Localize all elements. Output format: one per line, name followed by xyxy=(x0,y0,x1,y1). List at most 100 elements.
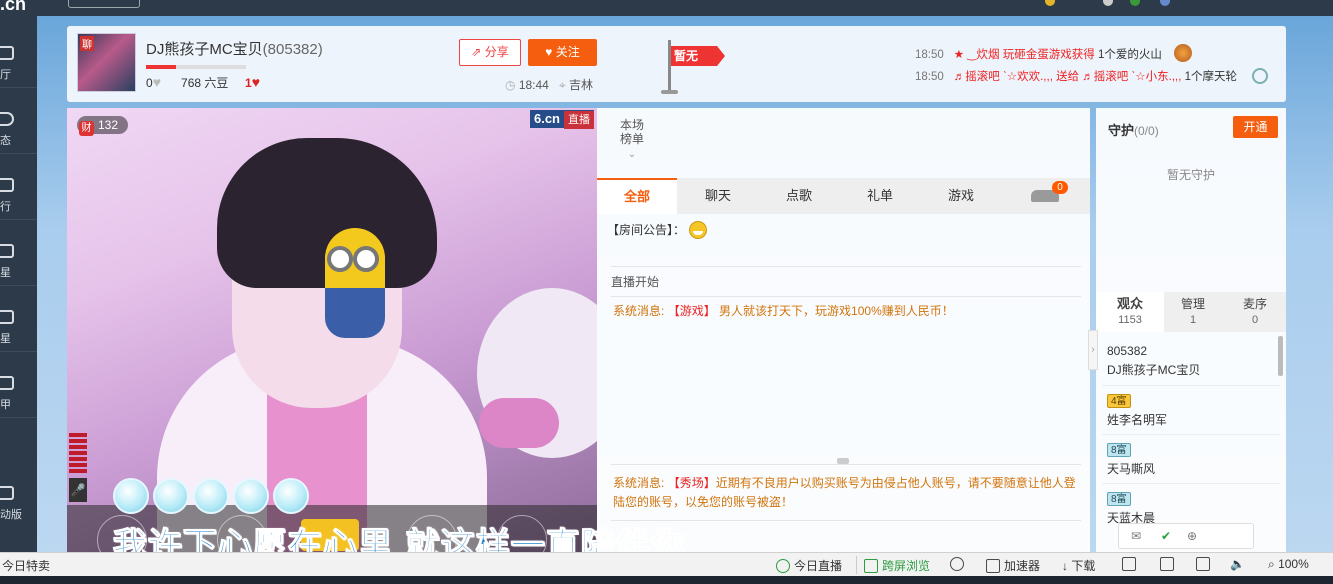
gift-feed-row[interactable]: 18:50 ♬摇滚吧 ˋ☆欢欢.,,, 送给 ♬摇滚吧 ˋ☆小东.,,, 1个摩天… xyxy=(915,68,1237,84)
tab-all[interactable]: 全部 xyxy=(597,178,677,214)
mic-icon[interactable]: 🎤 xyxy=(69,478,87,502)
sidebar-item-label: 星 xyxy=(0,333,11,345)
volume-button[interactable]: 🔈 xyxy=(1230,557,1245,571)
tab-game[interactable]: 游戏 xyxy=(921,178,1001,214)
location: 吉林 xyxy=(568,78,593,92)
sidebar-item-hall[interactable]: 厅 xyxy=(0,32,37,88)
tab-song-request[interactable]: 点歌 xyxy=(759,178,839,214)
room-notice-label: 【房间公告】： xyxy=(607,223,686,237)
tab-gift-list[interactable]: 礼单 xyxy=(840,178,920,214)
list-item[interactable]: 8富 天马嘶风 xyxy=(1107,442,1267,477)
cup-icon xyxy=(0,310,14,324)
bubble-icon[interactable] xyxy=(233,478,269,514)
refresh-button[interactable] xyxy=(950,557,968,571)
tab-chat[interactable]: 聊天 xyxy=(678,178,758,214)
flag-badge[interactable]: 暂无 xyxy=(671,46,725,66)
bubble-row xyxy=(113,478,313,517)
session-rank-link[interactable]: 本场 榜单 ⌄ xyxy=(617,118,647,162)
trash-icon xyxy=(1160,557,1174,571)
live-video[interactable]: 财 132 6.cn 直播 🎤 xyxy=(67,108,597,552)
tab-admin[interactable]: 管理 1 xyxy=(1164,292,1222,332)
user-avatar-icon[interactable] xyxy=(1160,0,1170,6)
mail-icon[interactable]: ✉ xyxy=(1129,529,1143,543)
user-name: 姓李名明军 xyxy=(1107,413,1168,427)
today-live-label: 今日直播 xyxy=(794,559,843,573)
sidebar-item-armor[interactable]: 甲 xyxy=(0,362,37,418)
cross-screen-label: 跨屏浏览 xyxy=(882,559,931,573)
minion-overalls xyxy=(325,288,385,338)
today-sale-link[interactable]: 今日特卖 xyxy=(2,557,50,574)
bubble-icon[interactable] xyxy=(193,478,229,514)
follow-button[interactable]: ♥ 关注 xyxy=(528,39,597,66)
wealth-badge[interactable]: 财 132 xyxy=(77,116,129,136)
system-message-tag[interactable]: 【游戏】 xyxy=(668,304,716,318)
brand-watermark: 6.cn 直播 xyxy=(529,110,594,129)
sidebar-item-label: 动版 xyxy=(0,509,22,521)
start-time: 18:44 xyxy=(518,78,549,92)
os-taskbar xyxy=(0,576,1333,584)
sidebar-item-label: 甲 xyxy=(0,399,11,411)
crown-icon xyxy=(0,178,14,192)
wealth-level-badge: 8富 xyxy=(1107,492,1131,506)
share-icon: ⇗ xyxy=(471,45,482,59)
status-dot-icon[interactable] xyxy=(1103,0,1113,6)
gift-feed-row[interactable]: 18:50 ★ ‿炊烟 玩砸金蛋游戏获得 1个爱的火山 xyxy=(915,46,1162,62)
accelerator-button[interactable]: 加速器 xyxy=(986,557,1040,574)
cross-screen-button[interactable]: 跨屏浏览 xyxy=(864,557,930,574)
collapse-panel-button[interactable]: › xyxy=(1088,330,1098,370)
wealth-count: 132 xyxy=(98,118,119,132)
session-rank-label: 本场 榜单 xyxy=(619,118,644,146)
today-live-button[interactable]: 今日直播 xyxy=(776,557,842,574)
trash-button[interactable] xyxy=(1160,557,1178,571)
status-dot-icon[interactable] xyxy=(1130,0,1140,6)
host-avatar[interactable]: 聊 xyxy=(77,33,136,92)
open-guard-button[interactable]: 开通 xyxy=(1233,116,1278,138)
bubble-icon[interactable] xyxy=(113,478,149,514)
right-panel: 守护(0/0) 开通 暂无守护 观众 1153 管理 1 麦序 0 › 805382 … xyxy=(1088,108,1286,552)
divider xyxy=(1102,483,1280,484)
wealth-icon: 财 xyxy=(79,121,94,136)
browser-status-bar: 今日特卖 今日直播 跨屏浏览 加速器 ↓ 下载 🔈 ⌕ 100% xyxy=(0,552,1333,576)
tab-count: 0 xyxy=(1251,314,1259,326)
site-logo[interactable]: .cn xyxy=(0,0,26,15)
tab-mic-queue[interactable]: 麦序 0 xyxy=(1226,292,1284,332)
status-dot-icon[interactable] xyxy=(1045,0,1055,6)
share-label: 分享 xyxy=(484,45,509,59)
sidebar-item-mobile[interactable]: 动版 xyxy=(0,472,37,528)
list-item[interactable]: 805382 DJ熊孩子MC宝贝 xyxy=(1107,344,1267,378)
bubble-icon[interactable] xyxy=(153,478,189,514)
download-button[interactable]: ↓ 下载 xyxy=(1062,557,1095,574)
rocket-icon xyxy=(986,559,1000,573)
scrollbar[interactable] xyxy=(1278,336,1283,376)
zoom-icon[interactable]: ⊕ xyxy=(1185,529,1199,543)
user-name: DJ熊孩子MC宝贝 xyxy=(1107,363,1201,377)
avatar-badge: 聊 xyxy=(80,36,94,51)
check-icon[interactable]: ✔ xyxy=(1159,529,1173,543)
list-item[interactable]: 4富 姓李名明军 xyxy=(1107,393,1267,428)
live-start-text: 直播开始 xyxy=(611,275,660,289)
sidebar-item-star-2[interactable]: 星 xyxy=(0,296,37,352)
top-dropdown[interactable] xyxy=(68,0,140,8)
play-icon xyxy=(776,559,790,573)
list-item[interactable]: 8富 天蓝木晨 xyxy=(1107,491,1267,526)
history-button[interactable] xyxy=(1122,557,1140,571)
window-icon xyxy=(1196,557,1210,571)
sidebar-item-dynamic[interactable]: 态 xyxy=(0,98,37,154)
share-button[interactable]: ⇗ 分享 xyxy=(459,39,521,66)
bubble-icon[interactable] xyxy=(273,478,309,514)
divider xyxy=(611,296,1081,297)
zoom-control[interactable]: ⌕ 100% xyxy=(1268,557,1309,572)
sidebar-item-star[interactable]: 星 xyxy=(0,230,37,286)
level-progress-bar xyxy=(146,65,246,69)
chat-panel: 本场 榜单 ⌄ 全部 聊天 点歌 礼单 游戏 0 【房间公告】： 直播开始 系统消… xyxy=(597,108,1090,552)
fans-count: 1 xyxy=(245,76,252,90)
volcano-gift-icon xyxy=(1174,44,1192,62)
sidebar-item-rank[interactable]: 行 xyxy=(0,164,37,220)
window-button[interactable] xyxy=(1196,557,1214,571)
feed-text: ★ ‿炊烟 玩砸金蛋游戏获得 xyxy=(953,49,1095,61)
host-name: DJ熊孩子MC宝贝(805382) xyxy=(146,38,323,59)
tab-audience[interactable]: 观众 1153 xyxy=(1096,292,1164,332)
chat-tabs: 全部 聊天 点歌 礼单 游戏 0 xyxy=(597,178,1090,214)
system-message-tag[interactable]: 【秀场】 xyxy=(668,476,716,490)
download-label: 下载 xyxy=(1071,559,1096,573)
